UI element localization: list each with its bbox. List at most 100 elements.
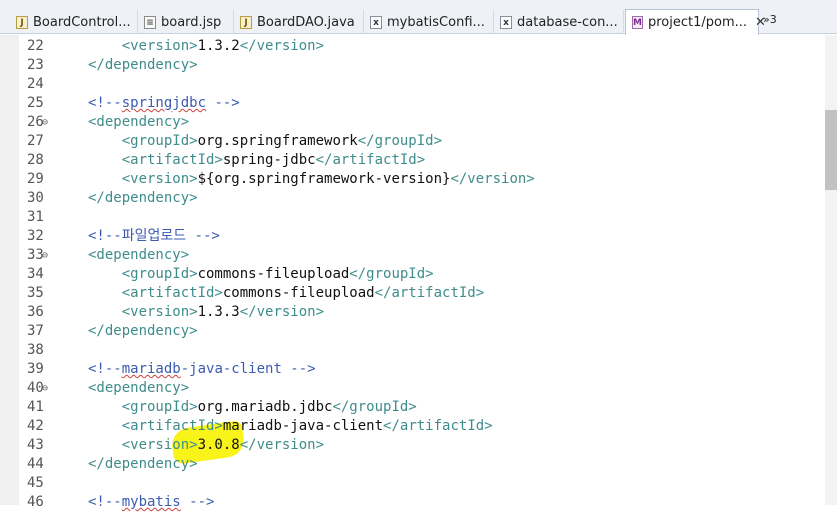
tab-board-controller[interactable]: J BoardControl... (10, 10, 138, 34)
code-line[interactable]: 22 <version>1.3.2</version> (0, 37, 837, 56)
tab-mybatis-config[interactable]: x mybatisConfi... (364, 10, 494, 34)
pom-file-icon: M (632, 15, 643, 29)
scrollbar-thumb[interactable] (825, 110, 837, 190)
code-line[interactable]: 26 ⊖ <dependency> (0, 113, 837, 132)
code-text: <!--mybatis --> (88, 493, 214, 512)
xml-tag-token: </artifactId> (383, 418, 493, 434)
text-token: org.springframework (197, 133, 358, 149)
line-number: 32 (27, 228, 44, 244)
code-line[interactable]: 25 <!--springjdbc --> (0, 94, 837, 113)
text-token: org.mariadb.jdbc (197, 399, 333, 415)
xml-tag-token: </version> (450, 171, 535, 187)
code-line[interactable]: 35 <artifactId>commons-fileupload</artif… (0, 284, 837, 303)
xml-tag-token: <version> (121, 38, 198, 54)
code-line[interactable]: 43 <version>3.0.8</version> (0, 436, 837, 455)
xml-tag-token: </version> (239, 304, 325, 320)
line-number: 42 (27, 418, 44, 434)
comment-token: -java-client --> (180, 361, 316, 377)
tab-label: database-con... (517, 14, 618, 30)
xml-tag-token: </groupId> (357, 133, 443, 149)
tab-label: mybatisConfi... (387, 14, 485, 30)
vertical-scrollbar[interactable] (825, 35, 837, 505)
code-text: <dependency> (88, 379, 189, 398)
code-line[interactable]: 39 <!--mariadb-java-client --> (0, 360, 837, 379)
code-line[interactable]: 29 <version>${org.springframework-versio… (0, 170, 837, 189)
code-line[interactable]: 27 <groupId>org.springframework</groupId… (0, 132, 837, 151)
code-line[interactable]: 36 <version>1.3.3</version> (0, 303, 837, 322)
line-number: 24 (27, 76, 44, 92)
code-text: </dependency> (88, 56, 198, 75)
line-number: 27 (27, 133, 44, 149)
code-line[interactable]: 37 </dependency> (0, 322, 837, 341)
xml-tag-token: <artifactId> (121, 285, 223, 301)
code-text: </dependency> (88, 455, 198, 474)
code-text: <groupId>org.springframework</groupId> (88, 132, 442, 151)
xml-tag-token: </version> (239, 437, 325, 453)
xml-tag-token: </artifactId> (315, 152, 426, 168)
xml-tag-token: </version> (239, 38, 325, 54)
code-line[interactable]: 45 (0, 474, 837, 493)
line-number: 41 (27, 399, 44, 415)
line-number: 39 (27, 361, 44, 377)
code-line[interactable]: 33 ⊖ <dependency> (0, 246, 837, 265)
line-number: 22 (27, 38, 44, 54)
text-token: 1.3.3 (197, 304, 240, 320)
tab-label: project1/pom... (647, 14, 748, 30)
tab-overflow-button[interactable]: »3 (763, 13, 777, 26)
code-line[interactable]: 32 <!--파일업로드 --> (0, 227, 837, 246)
code-line[interactable]: 46 <!--mybatis --> (0, 493, 837, 512)
xml-tag-token: </artifactId> (374, 285, 485, 301)
xml-tag-token: </dependency> (88, 57, 198, 73)
xml-file-icon: x (500, 15, 512, 29)
tab-board-dao[interactable]: J BoardDAO.java (234, 10, 364, 34)
xml-tag-token: <version> (121, 437, 198, 453)
line-number: 46 (27, 494, 44, 510)
comment-token: <!-- (88, 95, 122, 111)
java-file-icon: J (16, 15, 28, 29)
code-line[interactable]: 30 </dependency> (0, 189, 837, 208)
xml-tag-token: </dependency> (88, 190, 198, 206)
code-text: <!--springjdbc --> (88, 94, 240, 113)
xml-tag-token: <dependency> (88, 114, 190, 130)
code-text: <version>1.3.3</version> (88, 303, 324, 322)
code-text: <version>${org.springframework-version}<… (88, 170, 535, 189)
code-text: <artifactId>commons-fileupload</artifact… (88, 284, 484, 303)
java-file-icon: J (240, 15, 252, 29)
tab-label: board.jsp (161, 14, 222, 30)
fold-toggle-icon[interactable]: ⊖ (42, 246, 48, 265)
xml-tag-token: <groupId> (121, 133, 198, 149)
code-line[interactable]: 44 </dependency> (0, 455, 837, 474)
text-token: 3.0.8 (197, 437, 240, 453)
comment-token: <!-- (88, 494, 122, 510)
code-line[interactable]: 41 <groupId>org.mariadb.jdbc</groupId> (0, 398, 837, 417)
code-line[interactable]: 42 <artifactId>mariadb-java-client</arti… (0, 417, 837, 436)
code-editor[interactable]: 22 <version>1.3.2</version> 23 </dependenc… (0, 37, 837, 512)
text-token: commons-fileupload (197, 266, 350, 282)
code-line[interactable]: 28 <artifactId>spring-jdbc</artifactId> (0, 151, 837, 170)
code-line[interactable]: 23 </dependency> (0, 56, 837, 75)
fold-toggle-icon[interactable]: ⊖ (42, 379, 48, 398)
text-token: ${org.springframework-version} (197, 171, 451, 187)
text-token: spring-jdbc (222, 152, 316, 168)
code-text: <groupId>commons-fileupload</groupId> (88, 265, 434, 284)
code-line[interactable]: 40 ⊖ <dependency> (0, 379, 837, 398)
text-token: mariadb-java-client (222, 418, 384, 434)
code-text: <artifactId>mariadb-java-client</artifac… (88, 417, 493, 436)
tab-label: BoardControl... (33, 14, 131, 30)
code-text: <groupId>org.mariadb.jdbc</groupId> (88, 398, 417, 417)
comment-token: <!--파일업로드 --> (88, 228, 220, 244)
line-number: 43 (27, 437, 44, 453)
tab-board-jsp[interactable]: ≡ board.jsp (138, 10, 234, 34)
line-number: 38 (27, 342, 44, 358)
xml-tag-token: <dependency> (88, 380, 190, 396)
tab-database-config[interactable]: x database-con... (494, 10, 624, 34)
code-line[interactable]: 24 (0, 75, 837, 94)
fold-toggle-icon[interactable]: ⊖ (42, 113, 48, 132)
text-token: commons-fileupload (222, 285, 375, 301)
code-line[interactable]: 31 (0, 208, 837, 227)
tab-pom-xml[interactable]: M project1/pom... ✕ (625, 9, 766, 35)
line-number: 25 (27, 95, 44, 111)
code-line[interactable]: 34 <groupId>commons-fileupload</groupId> (0, 265, 837, 284)
code-text: <!--파일업로드 --> (88, 227, 220, 246)
code-line[interactable]: 38 (0, 341, 837, 360)
